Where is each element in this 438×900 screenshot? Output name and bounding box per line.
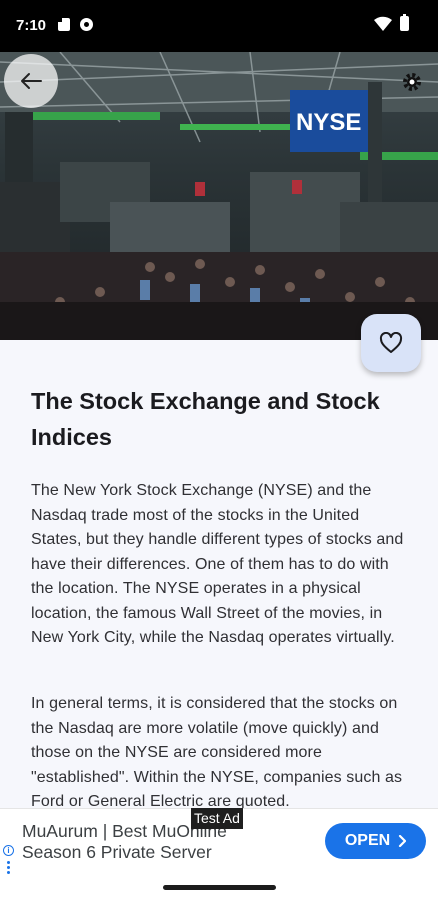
- stock-exchange-floor-image: NYSE: [0, 52, 438, 340]
- article-paragraph: In general terms, it is considered that …: [31, 695, 403, 810]
- nyse-sign-text: NYSE: [296, 109, 361, 136]
- ad-options-icon[interactable]: [7, 861, 10, 876]
- battery-icon: [400, 14, 409, 31]
- ad-open-label: OPEN: [344, 832, 391, 849]
- hero-image: NYSE: [0, 52, 438, 340]
- arrow-left-icon: [21, 73, 42, 89]
- ad-open-button[interactable]: OPEN: [325, 823, 426, 859]
- gear-icon: [403, 73, 421, 91]
- ad-info-icon[interactable]: i: [3, 845, 14, 856]
- wifi-icon: [374, 16, 392, 31]
- camera-icon: [80, 18, 93, 31]
- favorite-button[interactable]: [361, 314, 421, 372]
- article-paragraph: The New York Stock Exchange (NYSE) and t…: [31, 482, 404, 646]
- home-gesture-handle[interactable]: [163, 885, 276, 890]
- chevron-right-icon: [399, 835, 407, 847]
- status-bar: 7:10: [0, 0, 438, 52]
- heart-outline-icon: [379, 332, 403, 353]
- test-ad-badge: Test Ad: [191, 808, 243, 829]
- sd-card-icon: [58, 18, 70, 31]
- status-time: 7:10: [16, 17, 47, 34]
- back-button[interactable]: [4, 54, 58, 108]
- settings-button[interactable]: [388, 58, 436, 106]
- navigation-bar: [0, 876, 438, 900]
- article-title: The Stock Exchange and Stock Indices: [31, 388, 380, 450]
- ad-line-2: Season 6 Private Server: [22, 842, 212, 862]
